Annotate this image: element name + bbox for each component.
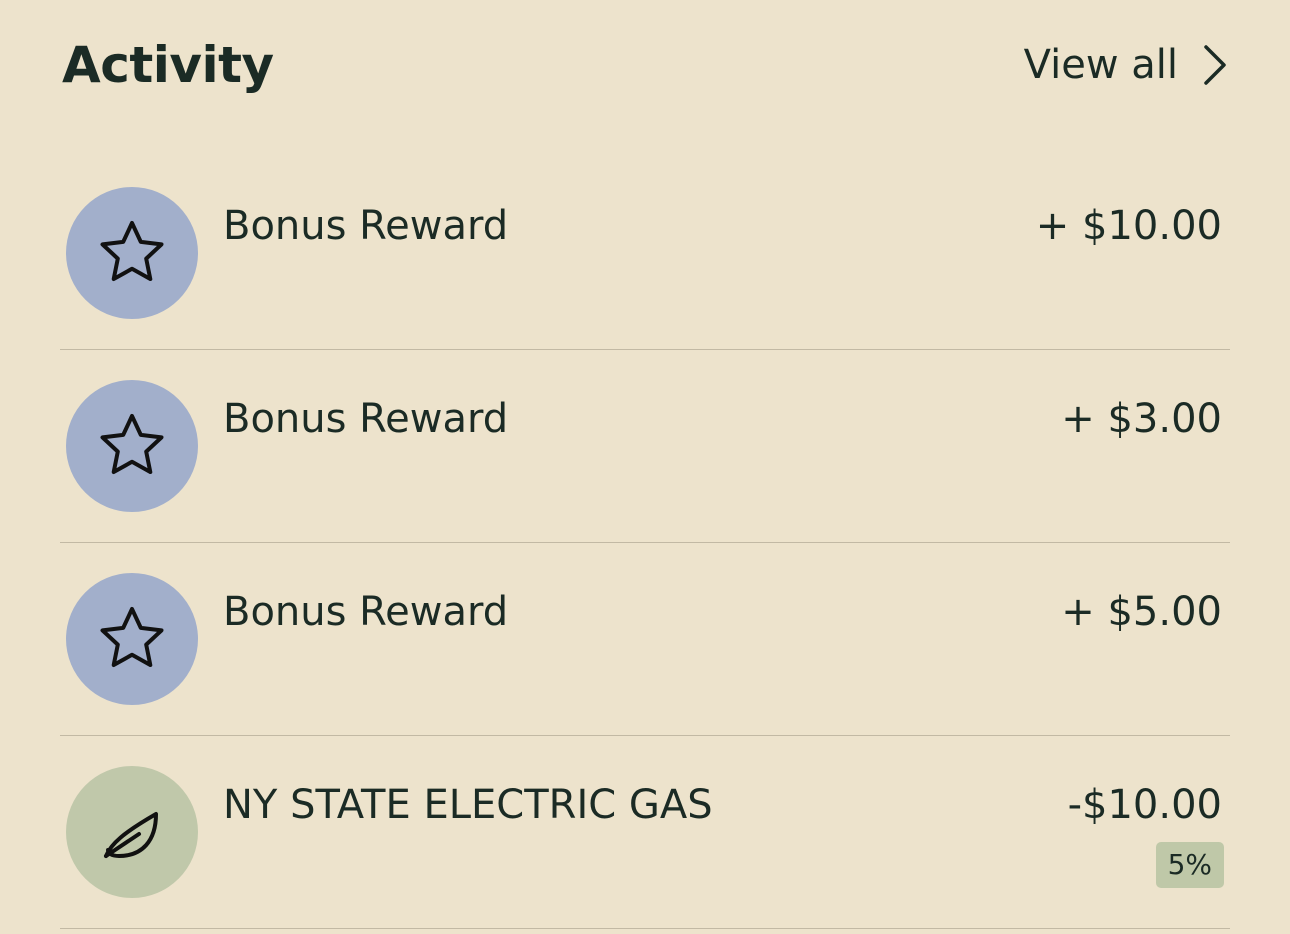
- transaction-row[interactable]: Bonus Reward + $10.00: [60, 157, 1230, 350]
- page-title: Activity: [62, 36, 274, 94]
- star-icon: [100, 607, 164, 667]
- transaction-row[interactable]: Bonus Reward + $3.00: [60, 350, 1230, 543]
- transaction-amount: + $5.00: [1061, 589, 1222, 635]
- transaction-row[interactable]: Bonus Reward + $5.00: [60, 543, 1230, 736]
- cashback-badge: 5%: [1155, 842, 1224, 888]
- reward-avatar: [66, 573, 198, 705]
- transaction-amount: -$10.00: [1067, 782, 1222, 828]
- transaction-title: Bonus Reward: [223, 589, 509, 635]
- transaction-title: Bonus Reward: [223, 396, 509, 442]
- transaction-amount: + $3.00: [1061, 396, 1222, 442]
- utility-avatar: [66, 766, 198, 898]
- transaction-title: NY STATE ELECTRIC GAS: [223, 782, 713, 828]
- leaf-icon: [104, 812, 158, 858]
- star-icon: [100, 414, 164, 474]
- star-icon: [100, 221, 164, 281]
- transaction-row[interactable]: NY STATE ELECTRIC GAS -$10.00 5%: [60, 736, 1230, 929]
- view-all-label: View all: [1023, 42, 1178, 88]
- chevron-right-icon: [1198, 43, 1230, 87]
- transaction-title: Bonus Reward: [223, 203, 509, 249]
- transaction-amount: + $10.00: [1035, 203, 1222, 249]
- reward-avatar: [66, 380, 198, 512]
- transaction-list: Bonus Reward + $10.00 Bonus Reward + $3.…: [60, 157, 1230, 929]
- activity-screen: Activity View all Bonus Reward + $10.00: [0, 0, 1290, 934]
- reward-avatar: [66, 187, 198, 319]
- activity-header: Activity View all: [62, 30, 1230, 100]
- view-all-link[interactable]: View all: [1024, 42, 1230, 88]
